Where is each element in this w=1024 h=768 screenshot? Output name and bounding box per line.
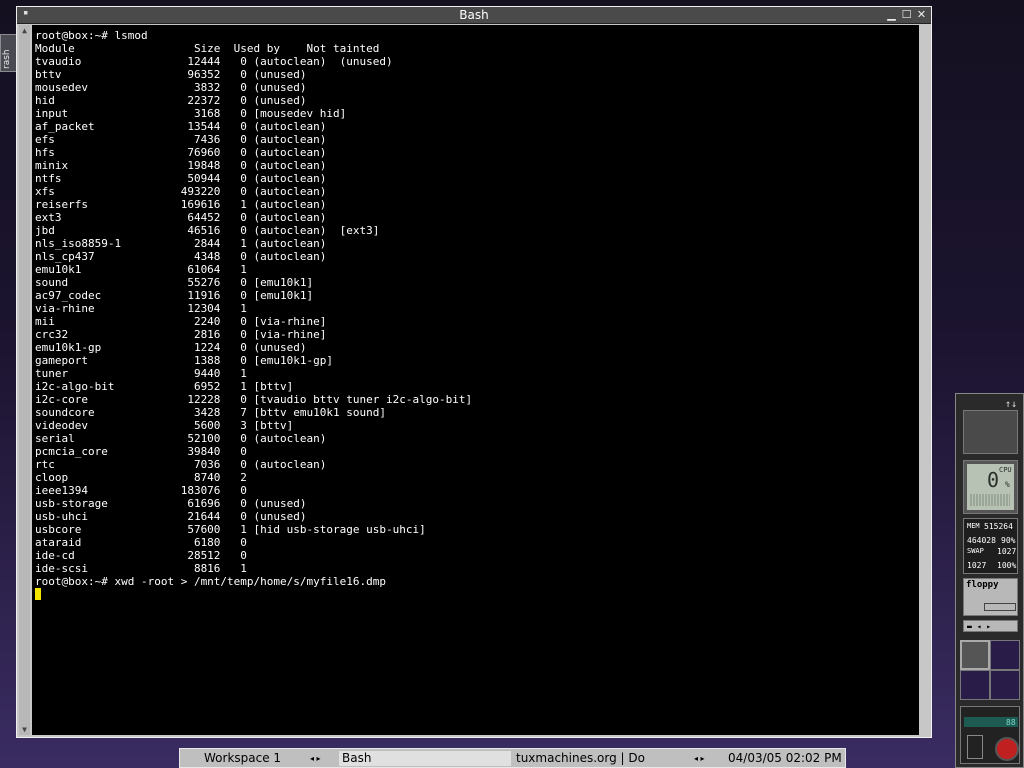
terminal-line: ide-cd 28512 0 (35, 549, 247, 562)
workspace-label[interactable]: Workspace 1 (204, 751, 281, 766)
dockapp-panel: ↑↓ CPU 0 % MEM 515264 464028 90% SWAP 10… (955, 393, 1024, 768)
mixer-app[interactable]: 88 (960, 706, 1020, 764)
memory-monitor: MEM 515264 464028 90% SWAP 1027 1027 100… (963, 518, 1018, 574)
scroll-down-icon[interactable]: ▼ (20, 725, 29, 734)
terminal-line: reiserfs 169616 1 (autoclean) (35, 198, 327, 211)
terminal-line: emu10k1-gp 1224 0 (unused) (35, 341, 307, 354)
close-icon[interactable]: ✕ (916, 9, 927, 20)
terminal-line: crc32 2816 0 [via-rhine] (35, 328, 327, 341)
terminal-line: mousedev 3832 0 (unused) (35, 81, 307, 94)
bash-window: ▪ Bash ▁ ☐ ✕ ▲ ▼ root@box:~# lsmod Modul… (16, 6, 932, 738)
pager-desk-1[interactable] (960, 640, 990, 670)
terminal-line: usbcore 57600 1 [hid usb-storage usb-uhc… (35, 523, 426, 536)
cpu-label: CPU (999, 466, 1012, 474)
terminal-line: root@box:~# xwd -root > /mnt/temp/home/s… (35, 575, 386, 588)
floppy-drive-icon (984, 603, 1016, 611)
pager-desk-4[interactable] (990, 670, 1020, 700)
terminal-line: xfs 493220 0 (autoclean) (35, 185, 327, 198)
terminal-line: usb-storage 61696 0 (unused) (35, 497, 307, 510)
swap-pct: 100% (997, 561, 1017, 570)
terminal-line: usb-uhci 21644 0 (unused) (35, 510, 307, 523)
mem-value: 515264 (984, 522, 1013, 531)
terminal-line: hid 22372 0 (unused) (35, 94, 307, 107)
clock: 04/03/05 02:02 PM (728, 751, 842, 765)
terminal-line: ext3 64452 0 (autoclean) (35, 211, 327, 224)
terminal-line: mii 2240 0 [via-rhine] (35, 315, 327, 328)
terminal-line: tuner 9440 1 (35, 367, 247, 380)
terminal-line: via-rhine 12304 1 (35, 302, 247, 315)
terminal-line: nls_cp437 4348 0 (autoclean) (35, 250, 327, 263)
mem-pct: 90% (1001, 536, 1016, 545)
mount-nav-icon[interactable]: ▬ ◂ ▸ (967, 622, 991, 631)
terminal-line: ide-scsi 8816 1 (35, 562, 247, 575)
terminal-area[interactable]: root@box:~# lsmod Module Size Used by No… (32, 25, 919, 735)
terminal-cursor (35, 588, 41, 600)
task-arrows-icon[interactable]: ◂ ▸ (694, 751, 705, 766)
volume-knob[interactable] (995, 737, 1019, 761)
workspace-arrows-icon[interactable]: ◂ ▸ (310, 751, 321, 766)
terminal-line: i2c-core 12228 0 [tvaudio bttv tuner i2c… (35, 393, 473, 406)
cpu-monitor: CPU 0 % (963, 460, 1018, 514)
pager-desk-3[interactable] (960, 670, 990, 700)
mount-label: floppy (966, 580, 999, 590)
terminal-line: ieee1394 183076 0 (35, 484, 247, 497)
mem-label: MEM (967, 522, 980, 530)
window-title: Bash (459, 8, 489, 22)
task-bash[interactable]: Bash (339, 751, 511, 766)
terminal-line: videodev 5600 3 [bttv] (35, 419, 294, 432)
terminal-line: bttv 96352 0 (unused) (35, 68, 307, 81)
terminal-line: rtc 7036 0 (autoclean) (35, 458, 327, 471)
terminal-scrollbar[interactable]: ▲ ▼ (19, 25, 30, 735)
side-tab-label: rash (2, 49, 12, 69)
terminal-line: tvaudio 12444 0 (autoclean) (unused) (35, 55, 393, 68)
terminal-line: minix 19848 0 (autoclean) (35, 159, 327, 172)
mount-app[interactable]: floppy (963, 578, 1018, 616)
terminal-line: soundcore 3428 7 [bttv emu10k1 sound] (35, 406, 386, 419)
window-titlebar[interactable]: ▪ Bash ▁ ☐ ✕ (17, 7, 931, 24)
swap-label: SWAP (967, 547, 984, 555)
terminal-output: root@box:~# lsmod Module Size Used by No… (35, 29, 472, 601)
terminal-line: pcmcia_core 39840 0 (35, 445, 247, 458)
mount-controls[interactable]: ▬ ◂ ▸ (963, 620, 1018, 632)
cpu-percent: % (1005, 480, 1010, 489)
terminal-line: jbd 46516 0 (autoclean) [ext3] (35, 224, 380, 237)
terminal-line: sound 55276 0 [emu10k1] (35, 276, 314, 289)
terminal-line: nls_iso8859-1 2844 1 (autoclean) (35, 237, 327, 250)
cpu-value: 0 (987, 468, 1000, 492)
task-browser[interactable]: tuxmachines.org | Do (514, 751, 686, 766)
terminal-line: hfs 76960 0 (autoclean) (35, 146, 327, 159)
terminal-line: root@box:~# lsmod (35, 29, 148, 42)
taskbar: Workspace 1 ◂ ▸ Bash tuxmachines.org | D… (179, 748, 846, 768)
terminal-line: gameport 1388 0 [emu10k1-gp] (35, 354, 334, 367)
swap-used: 1027 (967, 561, 987, 570)
dock-arrows-icon[interactable]: ↑↓ (1005, 400, 1017, 410)
pager-desk-2[interactable] (990, 640, 1020, 670)
cpu-graph (970, 494, 1010, 506)
terminal-line: efs 7436 0 (autoclean) (35, 133, 327, 146)
terminal-line: Module Size Used by Not tainted (35, 42, 380, 55)
terminal-line: ataraid 6180 0 (35, 536, 247, 549)
maximize-icon[interactable]: ☐ (901, 9, 912, 20)
dockapp-empty (963, 410, 1018, 454)
terminal-line: input 3168 0 [mousedev hid] (35, 107, 347, 120)
terminal-line: af_packet 13544 0 (autoclean) (35, 120, 327, 133)
terminal-line: emu10k1 61064 1 (35, 263, 247, 276)
volume-slider[interactable] (967, 735, 983, 759)
swap-value: 1027 (997, 547, 1017, 556)
mixer-value: 88 (1006, 718, 1016, 727)
mixer-display: 88 (964, 717, 1018, 727)
terminal-line: i2c-algo-bit 6952 1 [bttv] (35, 380, 294, 393)
scroll-up-icon[interactable]: ▲ (20, 26, 29, 35)
terminal-line: ac97_codec 11916 0 [emu10k1] (35, 289, 314, 302)
minimize-icon[interactable]: ▁ (886, 9, 897, 20)
mem-used: 464028 (967, 536, 996, 545)
terminal-line: cloop 8740 2 (35, 471, 247, 484)
terminal-line: serial 52100 0 (autoclean) (35, 432, 327, 445)
cpu-lcd: CPU 0 % (967, 464, 1014, 510)
terminal-line: ntfs 50944 0 (autoclean) (35, 172, 327, 185)
